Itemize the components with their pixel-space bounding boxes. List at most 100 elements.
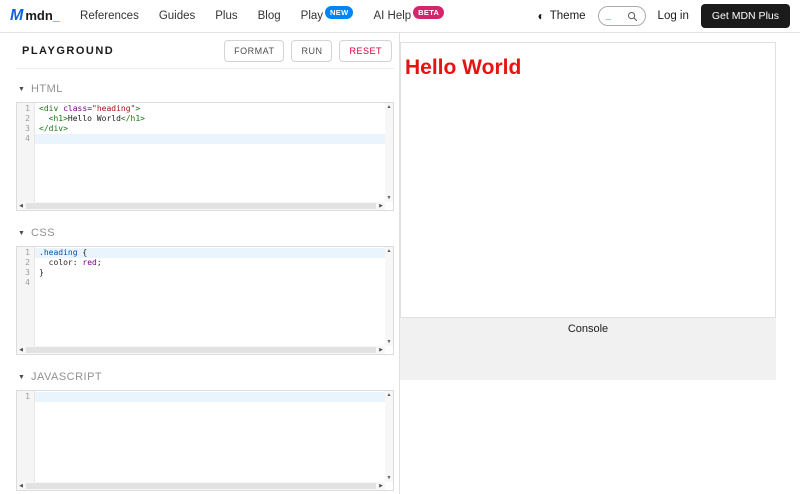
console-panel: Console xyxy=(400,318,776,380)
editor-label-css: CSS xyxy=(31,227,55,239)
vertical-scrollbar-css[interactable]: ▲▼ xyxy=(385,247,393,346)
code-token: } xyxy=(39,268,44,277)
line-code: </div> xyxy=(35,124,385,134)
run-button[interactable]: RUN xyxy=(291,40,332,62)
mdn-playground-page: M mdn _ References Guides Plus Blog PlayNEW A… xyxy=(0,0,800,494)
nav-badge-beta: BETA xyxy=(413,6,444,19)
code-token: Hello World xyxy=(68,114,121,123)
scroll-right-icon[interactable]: ▶ xyxy=(377,346,385,354)
login-link[interactable]: Log in xyxy=(658,10,689,22)
code-token: </h1> xyxy=(121,114,145,123)
scroll-down-icon[interactable]: ▼ xyxy=(385,194,393,202)
output-panel: Hello World Console xyxy=(400,33,800,494)
code-token: class xyxy=(63,104,87,113)
editor-sections: ▼HTML1<div class="heading">2 <h1>Hello W… xyxy=(16,69,394,491)
search-icon xyxy=(627,11,638,22)
code-line: 3 </div> xyxy=(17,124,385,134)
scroll-left-icon[interactable]: ◀ xyxy=(17,346,25,354)
mdn-logo[interactable]: M mdn _ xyxy=(10,7,60,25)
editor-section-html: ▼HTML1<div class="heading">2 <h1>Hello W… xyxy=(16,79,394,211)
editor-summary-javascript[interactable]: ▼ JAVASCRIPT xyxy=(16,367,394,390)
scroll-thumb[interactable] xyxy=(26,203,376,209)
editor-summary-css[interactable]: ▼CSS xyxy=(16,223,394,246)
code-token xyxy=(39,114,49,123)
main-nav: References Guides Plus Blog PlayNEW AI HelpBE… xyxy=(80,10,444,23)
nav-item-label: Play xyxy=(301,10,323,22)
format-button[interactable]: FORMAT xyxy=(224,40,284,62)
scroll-left-icon[interactable]: ◀ xyxy=(17,202,25,210)
nav-badge-new: NEW xyxy=(325,6,353,19)
scroll-right-icon[interactable]: ▶ xyxy=(377,202,385,210)
editor-gutter-javascript xyxy=(17,391,35,482)
horizontal-scrollbar-html[interactable]: ◀▶ xyxy=(17,202,385,210)
line-code xyxy=(35,392,385,402)
mdn-logo-m-icon: M xyxy=(10,7,23,25)
line-number: 1 xyxy=(17,104,35,114)
line-code xyxy=(35,278,385,288)
code-token: </div> xyxy=(39,124,68,133)
line-code: } xyxy=(35,268,385,278)
search-caret: _ xyxy=(606,11,612,21)
nav-item-ai-help[interactable]: AI HelpBETA xyxy=(373,10,444,23)
collapse-triangle-icon: ▼ xyxy=(18,374,25,381)
nav-item-label: Plus xyxy=(215,10,237,22)
editor-label-javascript: JAVASCRIPT xyxy=(31,371,102,383)
playground-title: PLAYGROUND xyxy=(22,45,114,57)
playground-toolbar: FORMAT RUN RESET xyxy=(224,40,392,62)
scroll-down-icon[interactable]: ▼ xyxy=(385,474,393,482)
nav-item-references[interactable]: References xyxy=(80,10,139,22)
scroll-up-icon[interactable]: ▲ xyxy=(385,247,393,255)
line-code: color: red; xyxy=(35,258,385,268)
theme-label: Theme xyxy=(550,10,586,22)
console-label: Console xyxy=(400,318,776,335)
scroll-thumb[interactable] xyxy=(26,347,376,353)
scroll-right-icon[interactable]: ▶ xyxy=(377,482,385,490)
line-number: 1 xyxy=(17,392,35,402)
line-code: <h1>Hello World</h1> xyxy=(35,114,385,124)
code-line: 1<div class="heading"> xyxy=(17,104,385,114)
scroll-up-icon[interactable]: ▲ xyxy=(385,391,393,399)
editor-summary-html[interactable]: ▼HTML xyxy=(16,79,394,102)
nav-item-plus[interactable]: Plus xyxy=(215,10,237,22)
reset-button[interactable]: RESET xyxy=(339,40,392,62)
code-token: > xyxy=(135,104,140,113)
scroll-thumb[interactable] xyxy=(26,483,376,489)
nav-item-label: AI Help xyxy=(373,10,411,22)
code-line: 1.heading { xyxy=(17,248,385,258)
get-mdn-plus-button[interactable]: Get MDN Plus xyxy=(701,4,790,28)
vertical-scrollbar-javascript[interactable]: ▲▼ xyxy=(385,391,393,482)
scroll-down-icon[interactable]: ▼ xyxy=(385,338,393,346)
theme-icon: ◐ xyxy=(538,10,545,22)
line-number: 3 xyxy=(17,124,35,134)
nav-item-guides[interactable]: Guides xyxy=(159,10,195,22)
line-number: 3 xyxy=(17,268,35,278)
main-area: PLAYGROUND FORMATRUNRESET ▼HTML1<div cla… xyxy=(0,33,800,494)
editor-lines-css: 1.heading {2 color: red;3}4 xyxy=(17,248,385,288)
code-line: 4 xyxy=(17,134,385,144)
vertical-scrollbar-html[interactable]: ▲▼ xyxy=(385,103,393,202)
editor-label-html: HTML xyxy=(31,83,63,95)
nav-item-label: Guides xyxy=(159,10,195,22)
output-heading: Hello World xyxy=(405,56,775,80)
theme-switcher-button[interactable]: ◐ Theme xyxy=(538,10,586,22)
scroll-left-icon[interactable]: ◀ xyxy=(17,482,25,490)
code-editor-javascript[interactable]: 1▲▼◀▶ xyxy=(16,390,394,491)
editor-lines-html: 1<div class="heading">2 <h1>Hello World<… xyxy=(17,104,385,144)
search-input[interactable]: _ xyxy=(598,6,646,26)
code-token: red xyxy=(82,258,96,267)
nav-item-blog[interactable]: Blog xyxy=(258,10,281,22)
editors-panel: PLAYGROUND FORMATRUNRESET ▼HTML1<div cla… xyxy=(0,33,400,494)
code-token: "heading" xyxy=(92,104,135,113)
mdn-logo-underscore: _ xyxy=(53,8,60,23)
code-editor-html[interactable]: 1<div class="heading">2 <h1>Hello World<… xyxy=(16,102,394,211)
line-number: 2 xyxy=(17,114,35,124)
playground-header: PLAYGROUND FORMAT RUN RESET xyxy=(16,33,394,69)
code-token: <div xyxy=(39,104,58,113)
scroll-up-icon[interactable]: ▲ xyxy=(385,103,393,111)
nav-item-play[interactable]: PlayNEW xyxy=(301,10,354,23)
horizontal-scrollbar-css[interactable]: ◀▶ xyxy=(17,346,385,354)
line-code xyxy=(35,134,385,144)
horizontal-scrollbar-javascript[interactable]: ◀▶ xyxy=(17,482,385,490)
code-editor-css[interactable]: 1.heading {2 color: red;3}4▲▼◀▶ xyxy=(16,246,394,355)
line-code: <div class="heading"> xyxy=(35,104,385,114)
